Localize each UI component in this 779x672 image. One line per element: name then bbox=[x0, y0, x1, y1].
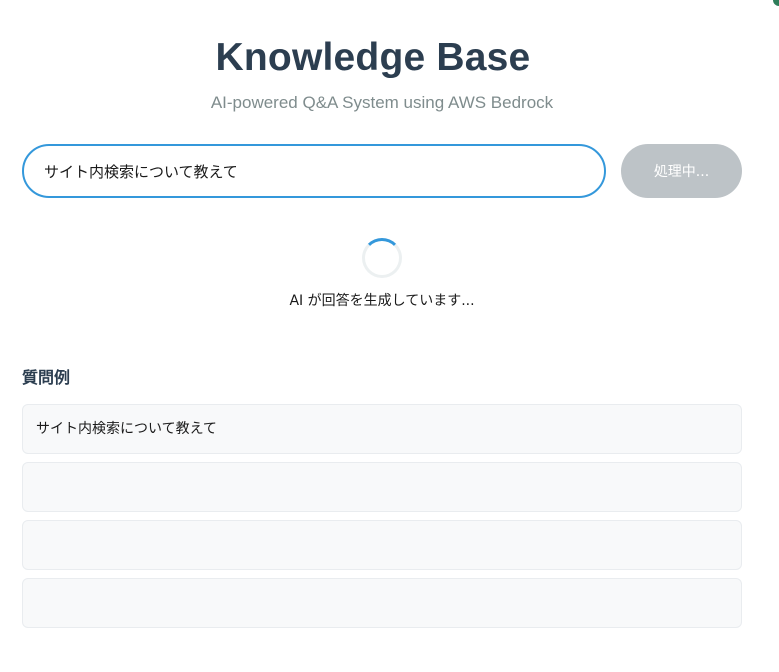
example-question-item[interactable] bbox=[22, 520, 742, 570]
example-question-item[interactable]: サイト内検索について教えて bbox=[22, 404, 742, 454]
example-question-list: サイト内検索について教えて bbox=[22, 404, 742, 636]
loading-status-text: AI が回答を生成しています... bbox=[289, 293, 475, 309]
knowledge-base-page: Knowledge Base AI-powered Q&A System usi… bbox=[0, 0, 779, 672]
examples-heading: 質問例 bbox=[22, 368, 71, 387]
example-question-item[interactable] bbox=[22, 578, 742, 628]
window-corner-accent bbox=[773, 0, 779, 6]
question-input[interactable] bbox=[22, 144, 606, 198]
page-subtitle: AI-powered Q&A System using AWS Bedrock bbox=[210, 93, 554, 112]
submit-button[interactable]: 処理中... bbox=[621, 144, 742, 198]
loading-spinner-icon bbox=[362, 238, 402, 278]
page-title: Knowledge Base bbox=[215, 36, 531, 79]
example-question-item[interactable] bbox=[22, 462, 742, 512]
